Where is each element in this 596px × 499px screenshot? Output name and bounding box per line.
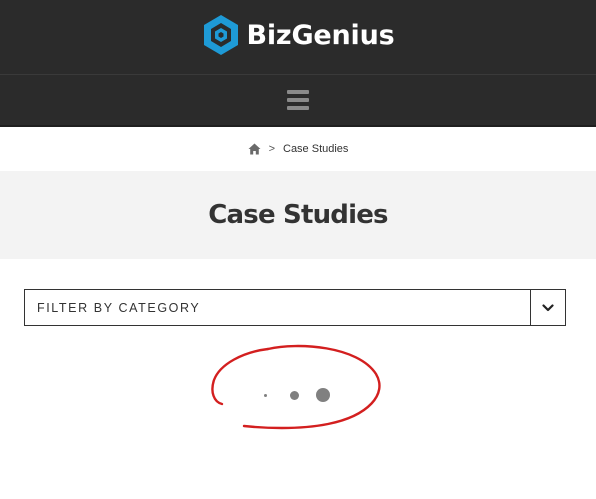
breadcrumb-current: Case Studies [283, 143, 349, 155]
loader-dot [290, 390, 299, 400]
page-title: Case Studies [208, 200, 388, 230]
results-area [0, 326, 596, 446]
main-navbar [0, 75, 596, 127]
filter-container: FILTER BY CATEGORY [0, 289, 596, 326]
page-title-band: Case Studies [0, 171, 596, 259]
loader-dot [264, 393, 267, 397]
loading-dots-icon [264, 388, 330, 402]
loader-dot [316, 388, 330, 402]
menu-bar [287, 90, 309, 94]
brand-logo[interactable]: BizGenius [202, 14, 395, 56]
hamburger-menu-icon[interactable] [284, 89, 312, 111]
breadcrumb-separator: > [268, 143, 275, 155]
menu-bar [287, 98, 309, 102]
site-header: BizGenius [0, 0, 596, 75]
breadcrumb: > Case Studies [0, 127, 596, 171]
category-filter-select[interactable]: FILTER BY CATEGORY [24, 289, 566, 326]
filter-label: FILTER BY CATEGORY [37, 300, 201, 315]
home-icon[interactable] [248, 143, 261, 155]
filter-toggle-button[interactable] [530, 290, 565, 325]
chevron-down-icon [542, 303, 554, 311]
menu-bar [287, 106, 309, 110]
hexagon-logo-icon [203, 15, 238, 55]
brand-name: BizGenius [246, 19, 395, 51]
